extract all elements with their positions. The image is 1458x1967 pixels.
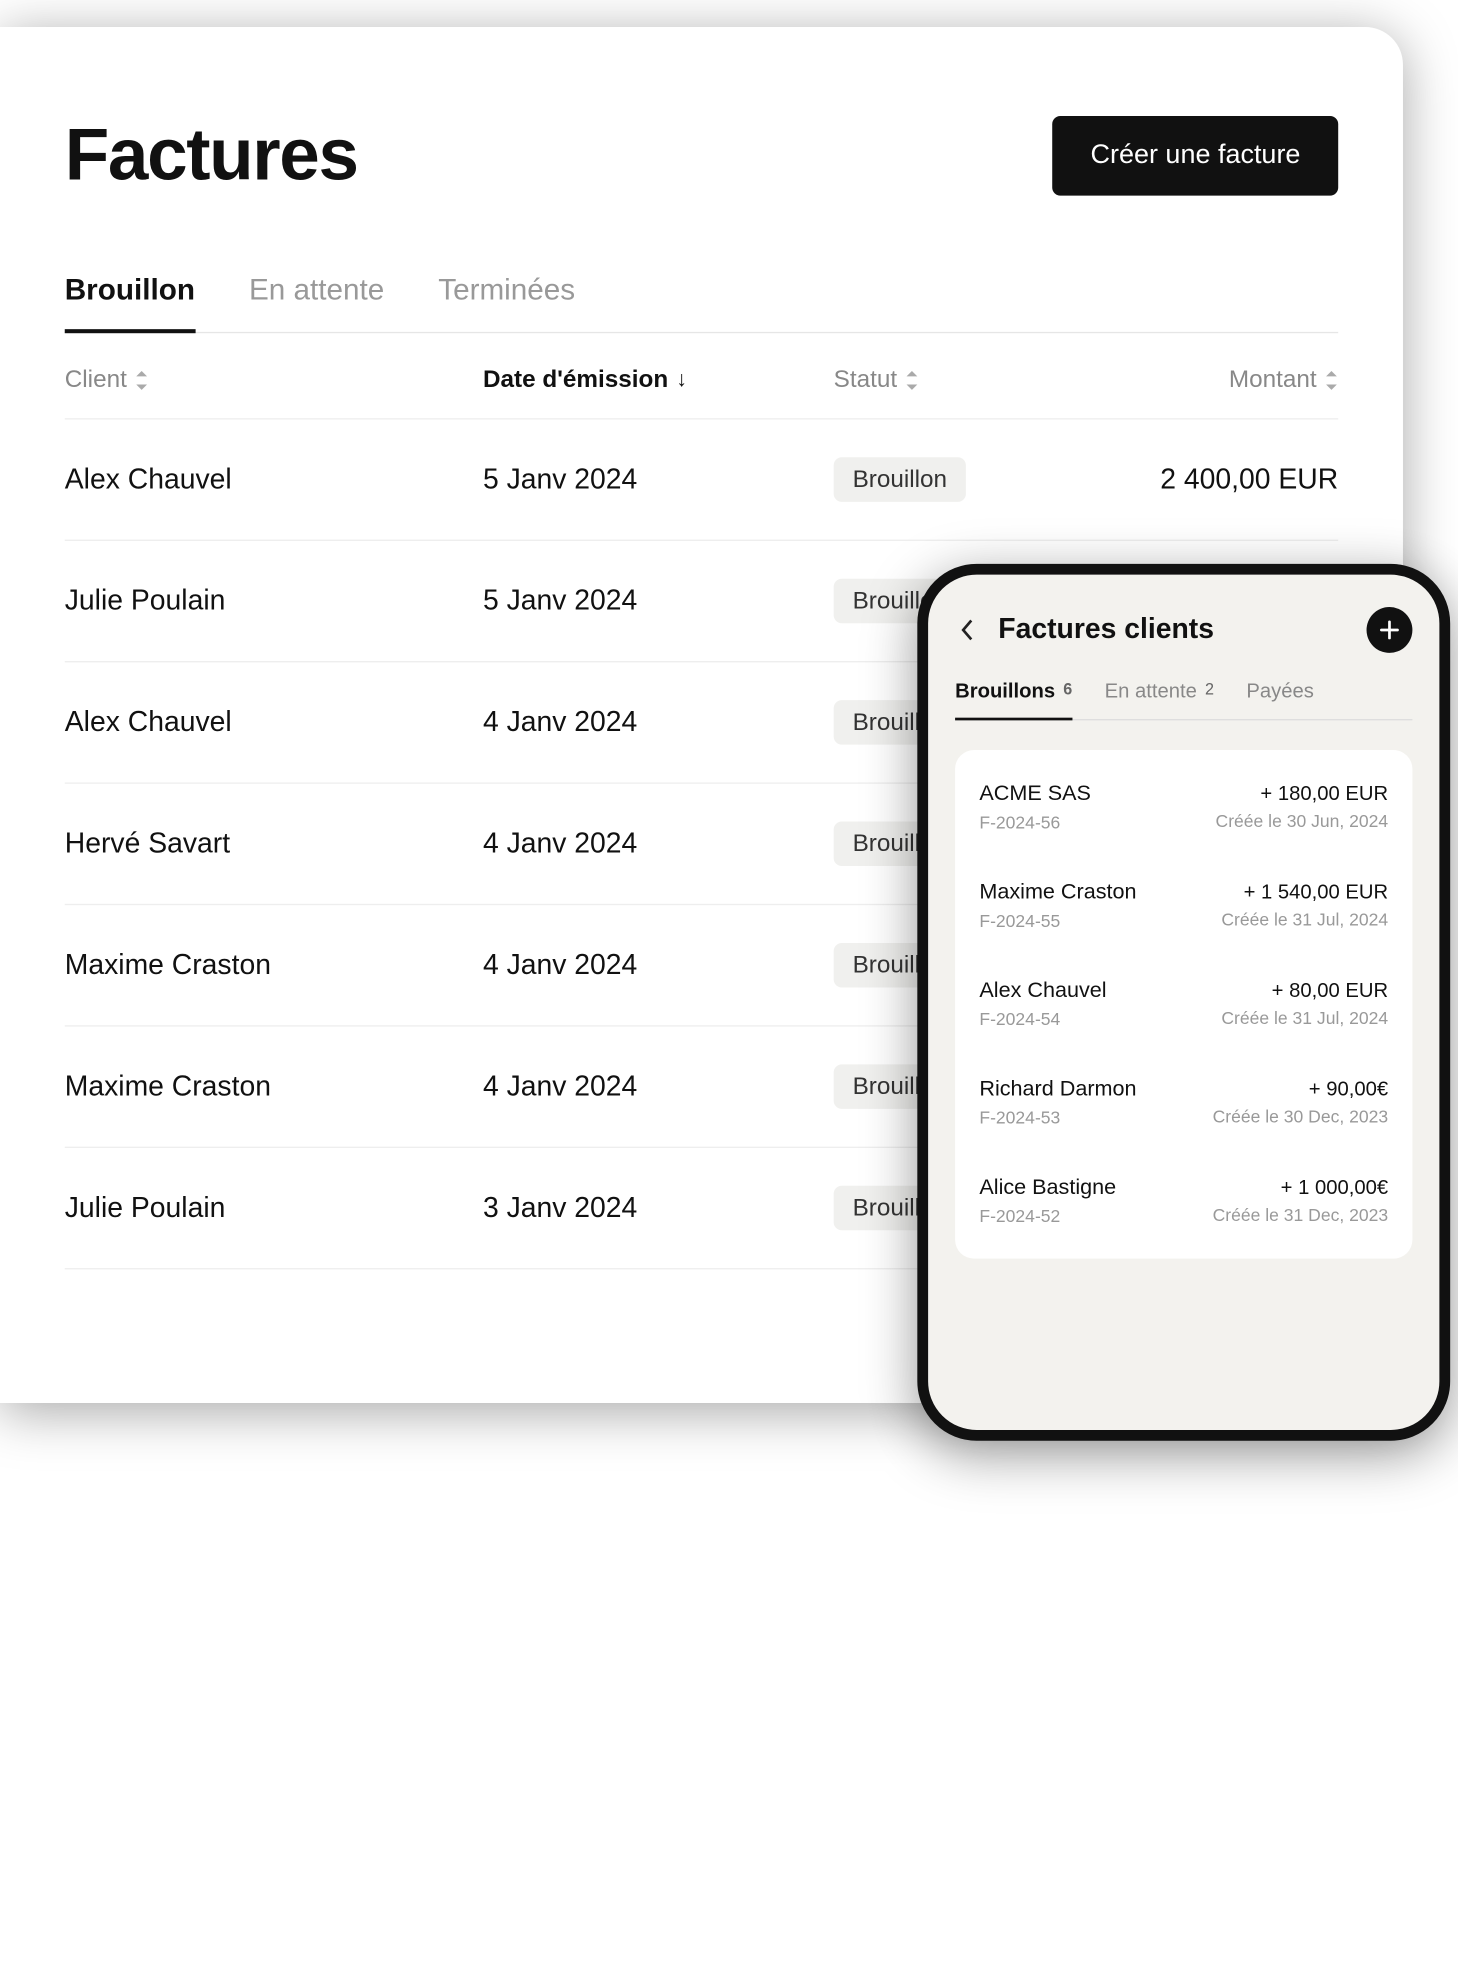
mobile-tab-label: Payées bbox=[1246, 680, 1314, 703]
add-invoice-button[interactable] bbox=[1367, 607, 1413, 653]
mobile-tab-label: Brouillons bbox=[955, 680, 1055, 703]
cell-date: 4 Janv 2024 bbox=[483, 949, 834, 981]
invoice-amount: + 1 000,00€ bbox=[1213, 1176, 1388, 1199]
desktop-tabs: Brouillon En attente Terminées bbox=[65, 272, 1338, 333]
invoice-client: Richard Darmon bbox=[979, 1078, 1136, 1102]
cell-amount: 2 400,00 EUR bbox=[1068, 463, 1338, 495]
mobile-tab-count: 6 bbox=[1063, 679, 1072, 698]
cell-client: Julie Poulain bbox=[65, 585, 483, 617]
invoice-client: ACME SAS bbox=[979, 782, 1091, 806]
column-date-label: Date d'émission bbox=[483, 366, 668, 394]
table-header: Client Date d'émission ↓ Statut Montant bbox=[65, 333, 1338, 419]
column-client[interactable]: Client bbox=[65, 366, 483, 394]
list-item[interactable]: Alex Chauvel F-2024-54 + 80,00 EUR Créée le… bbox=[979, 955, 1388, 1053]
mobile-invoice-list: ACME SAS F-2024-56 + 180,00 EUR Créée le 30… bbox=[955, 750, 1412, 1259]
invoice-ref: F-2024-56 bbox=[979, 812, 1091, 832]
cell-client: Hervé Savart bbox=[65, 828, 483, 860]
cell-date: 5 Janv 2024 bbox=[483, 585, 834, 617]
list-item[interactable]: Alice Bastigne F-2024-52 + 1 000,00€ Créée … bbox=[979, 1152, 1388, 1250]
invoice-client: Alex Chauvel bbox=[979, 979, 1106, 1003]
cell-status: Brouillon bbox=[834, 457, 1069, 502]
list-item[interactable]: Maxime Craston F-2024-55 + 1 540,00 EUR Cré… bbox=[979, 857, 1388, 955]
mobile-title: Factures clients bbox=[998, 614, 1347, 646]
tab-completed[interactable]: Terminées bbox=[438, 272, 575, 331]
cell-client: Julie Poulain bbox=[65, 1192, 483, 1224]
invoice-date: Créée le 31 Jul, 2024 bbox=[1221, 909, 1388, 929]
invoice-amount: + 90,00€ bbox=[1213, 1078, 1388, 1101]
status-badge: Brouillon bbox=[834, 457, 966, 502]
arrow-down-icon: ↓ bbox=[676, 368, 687, 392]
invoice-ref: F-2024-54 bbox=[979, 1009, 1106, 1029]
sort-icon bbox=[1325, 370, 1338, 389]
invoice-date: Créée le 30 Dec, 2023 bbox=[1213, 1106, 1388, 1126]
cell-date: 4 Janv 2024 bbox=[483, 828, 834, 860]
invoice-ref: F-2024-55 bbox=[979, 911, 1136, 931]
cell-client: Maxime Craston bbox=[65, 1070, 483, 1102]
column-client-label: Client bbox=[65, 366, 127, 394]
cell-date: 5 Janv 2024 bbox=[483, 463, 834, 495]
tab-draft[interactable]: Brouillon bbox=[65, 272, 195, 331]
mobile-tab-count: 2 bbox=[1205, 679, 1214, 698]
mobile-tabs: Brouillons 6 En attente 2 Payées bbox=[955, 680, 1412, 720]
column-status-label: Statut bbox=[834, 366, 897, 394]
invoice-date: Créée le 31 Dec, 2023 bbox=[1213, 1205, 1388, 1225]
cell-client: Maxime Craston bbox=[65, 949, 483, 981]
cell-date: 4 Janv 2024 bbox=[483, 1070, 834, 1102]
invoice-date: Créée le 31 Jul, 2024 bbox=[1221, 1008, 1388, 1028]
invoice-ref: F-2024-53 bbox=[979, 1108, 1136, 1128]
table-row[interactable]: Alex Chauvel5 Janv 2024Brouillon 2 400,00… bbox=[65, 420, 1338, 541]
mobile-tab-pending[interactable]: En attente 2 bbox=[1105, 680, 1214, 719]
cell-date: 3 Janv 2024 bbox=[483, 1192, 834, 1224]
column-amount[interactable]: Montant bbox=[1068, 366, 1338, 394]
cell-date: 4 Janv 2024 bbox=[483, 706, 834, 738]
invoice-amount: + 1 540,00 EUR bbox=[1221, 881, 1388, 904]
invoice-client: Maxime Craston bbox=[979, 881, 1136, 905]
invoice-amount: + 180,00 EUR bbox=[1216, 782, 1389, 805]
create-invoice-button[interactable]: Créer une facture bbox=[1053, 115, 1339, 195]
column-amount-label: Montant bbox=[1229, 366, 1317, 394]
mobile-tab-drafts[interactable]: Brouillons 6 bbox=[955, 680, 1072, 719]
list-item[interactable]: Richard Darmon F-2024-53 + 90,00€ Créée le … bbox=[979, 1054, 1388, 1152]
column-date[interactable]: Date d'émission ↓ bbox=[483, 366, 834, 394]
invoice-client: Alice Bastigne bbox=[979, 1176, 1116, 1200]
mobile-window: Factures clients Brouillons 6 En attente… bbox=[917, 564, 1450, 1441]
mobile-tab-label: En attente bbox=[1105, 680, 1197, 703]
column-status[interactable]: Statut bbox=[834, 366, 1069, 394]
plus-icon bbox=[1380, 621, 1399, 640]
invoice-amount: + 80,00 EUR bbox=[1221, 979, 1388, 1002]
sort-icon bbox=[905, 370, 918, 389]
invoice-ref: F-2024-52 bbox=[979, 1206, 1116, 1226]
invoice-date: Créée le 30 Jun, 2024 bbox=[1216, 811, 1389, 831]
cell-client: Alex Chauvel bbox=[65, 463, 483, 495]
tab-pending[interactable]: En attente bbox=[249, 272, 384, 331]
page-title: Factures bbox=[65, 113, 358, 197]
mobile-tab-paid[interactable]: Payées bbox=[1246, 680, 1314, 719]
list-item[interactable]: ACME SAS F-2024-56 + 180,00 EUR Créée le 30… bbox=[979, 758, 1388, 856]
sort-icon bbox=[135, 370, 148, 389]
back-icon[interactable] bbox=[955, 618, 979, 642]
cell-client: Alex Chauvel bbox=[65, 706, 483, 738]
